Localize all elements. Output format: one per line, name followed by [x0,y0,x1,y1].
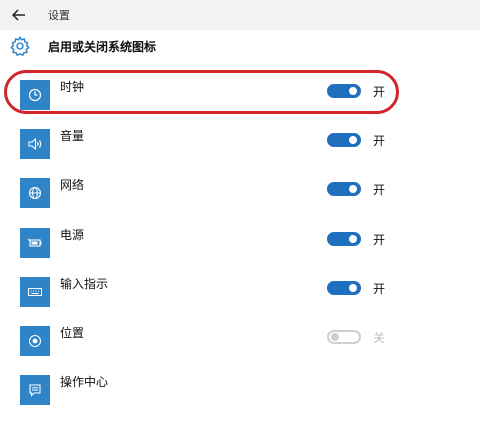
page-header: 启用或关闭系统图标 [0,30,480,64]
toggle-knob [349,136,357,144]
setting-label: 音量 [60,129,85,143]
input-indicator-toggle[interactable] [327,281,361,295]
action-center-tile [20,375,50,405]
gear-icon [10,35,30,57]
volume-toggle[interactable] [327,133,361,147]
toggle-state: 关 [373,331,386,345]
volume-icon [28,137,42,151]
clock-tile [20,80,50,110]
input-indicator-tile [20,277,50,307]
location-toggle[interactable] [327,330,361,344]
toggle-state: 开 [373,85,386,99]
toggle-knob [349,185,357,193]
battery-icon [27,238,42,247]
clock-toggle[interactable] [327,84,361,98]
network-toggle[interactable] [327,182,361,196]
volume-tile [20,129,50,159]
keyboard-icon [28,288,42,296]
setting-label: 电源 [60,228,85,242]
setting-item-action-center: 操作中心 [0,375,480,421]
network-tile [20,178,50,208]
setting-label: 位置 [60,326,85,340]
location-icon [28,334,42,348]
toggle-knob [349,235,357,243]
toggle-state: 开 [373,282,386,296]
location-tile [20,326,50,356]
setting-item-input-indicator: 输入指示 开 [0,277,480,323]
toggle-knob [349,87,357,95]
window-title: 设置 [48,9,70,22]
setting-item-volume: 音量 开 [0,129,480,175]
setting-label: 操作中心 [60,375,109,389]
back-button[interactable] [10,6,28,24]
setting-item-network: 网络 开 [0,178,480,224]
power-tile [20,228,50,258]
power-toggle[interactable] [327,232,361,246]
message-icon [29,384,41,397]
toggle-state: 开 [373,183,386,197]
back-arrow-icon [12,9,25,21]
page-title: 启用或关闭系统图标 [48,40,157,54]
globe-icon [28,186,42,200]
clock-icon [28,88,42,102]
toggle-state: 开 [373,233,386,247]
setting-item-clock: 时钟 开 [0,80,480,126]
setting-item-location: 位置 关 [0,326,480,372]
setting-label: 网络 [60,178,85,192]
toggle-state: 开 [373,134,386,148]
setting-label: 输入指示 [60,277,109,291]
title-bar: 设置 [0,0,480,30]
toggle-knob [331,333,339,341]
toggle-knob [349,284,357,292]
setting-label: 时钟 [60,80,85,94]
setting-item-power: 电源 开 [0,228,480,274]
